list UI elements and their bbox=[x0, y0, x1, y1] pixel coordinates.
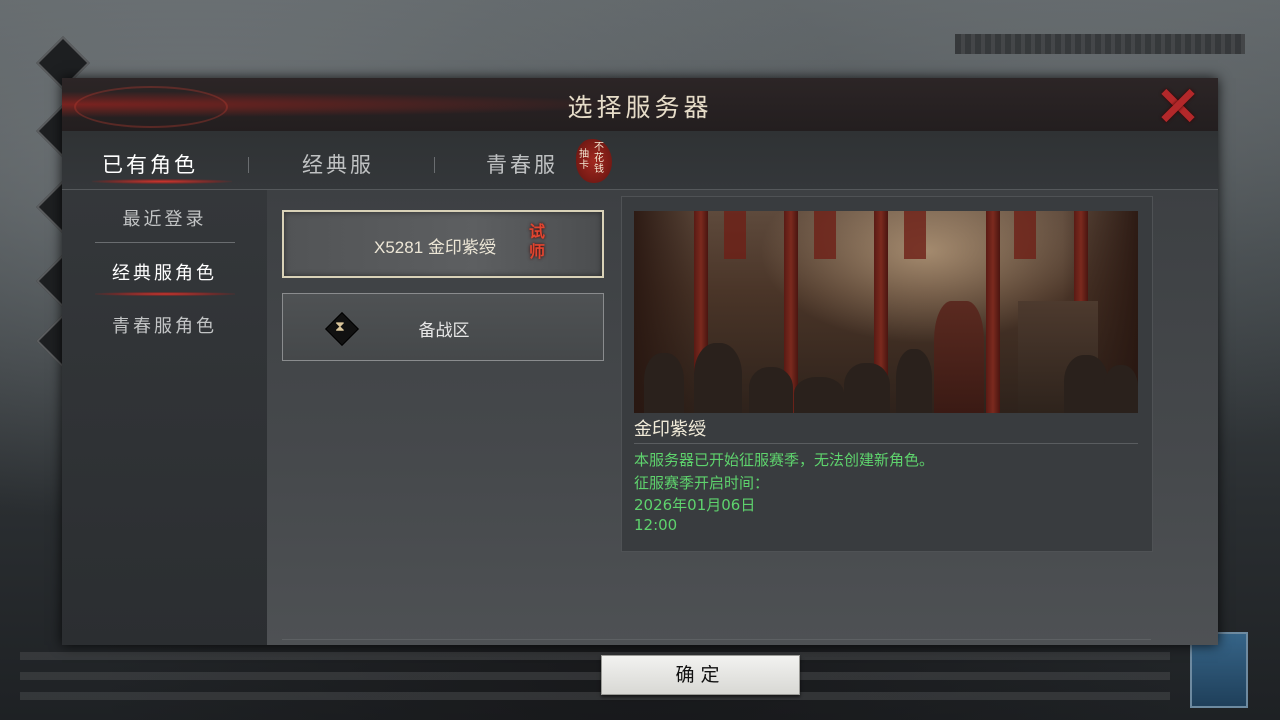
server-item-selected[interactable]: X5281 金印紫绶 试师 bbox=[282, 210, 604, 278]
sidebar: 最近登录 经典服角色 青春服角色 bbox=[62, 190, 267, 645]
active-tab-indicator bbox=[92, 179, 232, 184]
promo-seal: 抽卡 不花钱 bbox=[576, 139, 612, 183]
sidebar-item-classic-characters[interactable]: 经典服角色 bbox=[62, 259, 267, 285]
tab-classic-server[interactable]: 经典服 bbox=[302, 149, 374, 179]
tab-divider bbox=[248, 157, 249, 173]
main-content: X5281 金印紫绶 试师 ⧗ 备战区 金印紫绶 本服务器已开始征服赛季，无法创… bbox=[267, 190, 1218, 695]
server-name: X5281 金印紫绶 bbox=[374, 238, 496, 257]
tab-existing-characters[interactable]: 已有角色 bbox=[102, 149, 198, 179]
server-item-standby[interactable]: ⧗ 备战区 bbox=[282, 293, 604, 361]
background-text bbox=[20, 652, 1170, 712]
trial-badge: 试师 bbox=[528, 222, 545, 261]
content-divider bbox=[282, 639, 1151, 640]
info-divider bbox=[634, 443, 1138, 444]
season-start-time: 12:00 bbox=[634, 516, 678, 534]
server-select-dialog: 选择服务器 已有角色 经典服 青春服 抽卡 不花钱 最近登录 经典服角色 青春服… bbox=[62, 78, 1218, 695]
tab-bar: 已有角色 经典服 青春服 抽卡 不花钱 bbox=[62, 131, 1218, 190]
sidebar-divider bbox=[95, 242, 235, 243]
tab-youth-server[interactable]: 青春服 bbox=[486, 149, 558, 179]
active-sidebar-indicator bbox=[95, 292, 235, 296]
server-name: 备战区 bbox=[418, 321, 470, 341]
dialog-title: 选择服务器 bbox=[567, 93, 713, 122]
sidebar-item-youth-characters[interactable]: 青春服角色 bbox=[62, 312, 267, 338]
server-info-title: 金印紫绶 bbox=[634, 419, 706, 440]
promo-seal-line1: 抽卡 bbox=[579, 149, 589, 171]
sidebar-item-recent-login[interactable]: 最近登录 bbox=[62, 205, 267, 231]
dialog-titlebar: 选择服务器 bbox=[62, 78, 1218, 132]
confirm-button[interactable]: 确定 bbox=[601, 655, 800, 695]
server-artwork bbox=[634, 211, 1138, 413]
server-info-panel: 金印紫绶 本服务器已开始征服赛季，无法创建新角色。 征服赛季开启时间： 2026… bbox=[621, 196, 1153, 552]
season-start-label: 征服赛季开启时间： bbox=[634, 474, 770, 492]
tab-divider bbox=[434, 157, 435, 173]
close-button[interactable] bbox=[1152, 84, 1208, 128]
server-status-text: 本服务器已开始征服赛季，无法创建新角色。 bbox=[634, 451, 935, 469]
season-start-date: 2026年01月06日 bbox=[634, 496, 756, 514]
promo-seal-line2: 不花钱 bbox=[594, 142, 604, 175]
background-status-bar bbox=[955, 34, 1245, 54]
